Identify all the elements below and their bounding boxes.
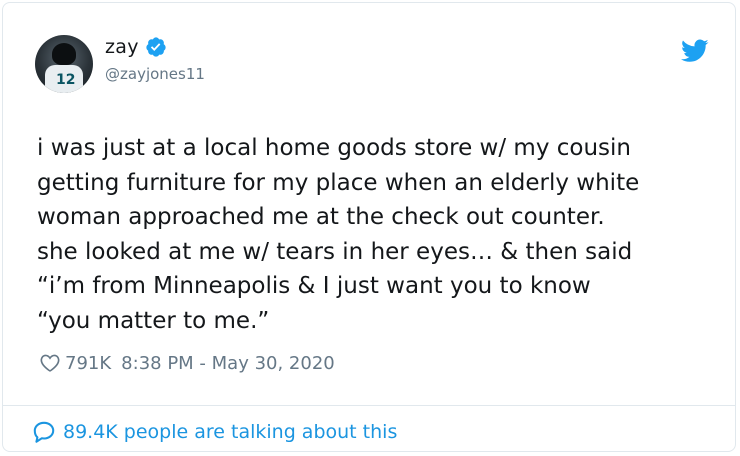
author-handle[interactable]: @zayjones11 — [105, 65, 205, 83]
speech-bubble-icon — [33, 421, 55, 443]
avatar-jersey-number: 12 — [56, 72, 76, 88]
avatar[interactable]: 12 — [35, 35, 93, 93]
tweet-timestamp[interactable]: 8:38 PM - May 30, 2020 — [121, 353, 335, 374]
tweet-card: 12 zay @zayjones11 i was just at a local… — [2, 2, 736, 452]
author-display-name[interactable]: zay — [105, 36, 139, 58]
twitter-bird-icon[interactable] — [681, 39, 709, 63]
author-name-row[interactable]: zay — [105, 36, 167, 58]
heart-icon[interactable] — [39, 352, 61, 374]
tweet-meta-row: 791K 8:38 PM - May 30, 2020 — [39, 352, 335, 374]
like-count[interactable]: 791K — [65, 353, 111, 374]
footer-divider — [3, 405, 735, 406]
tweet-text: i was just at a local home goods store w… — [37, 135, 640, 334]
conversation-link[interactable]: 89.4K people are talking about this — [31, 419, 397, 445]
verified-badge-icon — [146, 37, 166, 57]
conversation-count-text[interactable]: 89.4K people are talking about this — [63, 421, 397, 443]
avatar-helmet — [52, 43, 76, 65]
